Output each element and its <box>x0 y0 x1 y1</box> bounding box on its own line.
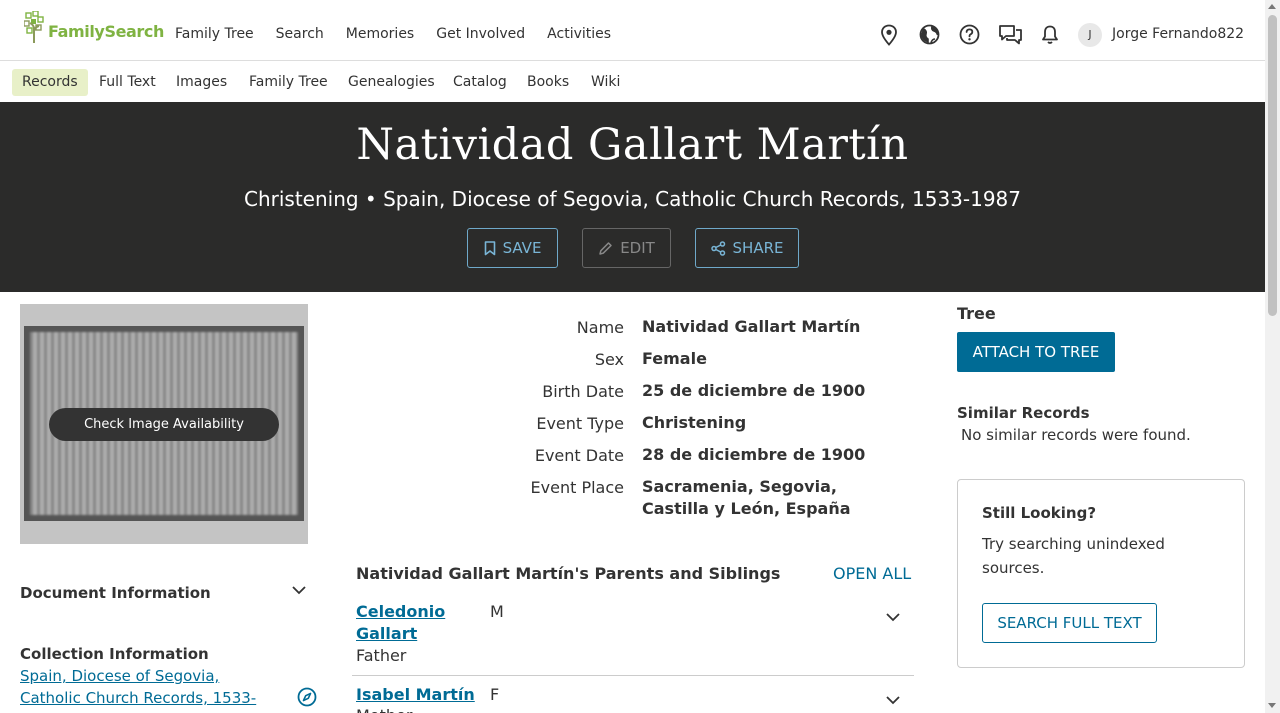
share-label: SHARE <box>732 239 784 257</box>
collection-information-heading: Collection Information <box>20 645 209 663</box>
top-navigation: FamilySearch Family Tree Search Memories… <box>0 0 1265 61</box>
still-looking-card: Still Looking? Try searching unindexed s… <box>957 479 1245 668</box>
search-full-text-button[interactable]: SEARCH FULL TEXT <box>982 603 1157 643</box>
subnav-wiki[interactable]: Wiki <box>591 69 620 96</box>
similar-records-text: No similar records were found. <box>961 426 1191 444</box>
subnav-images[interactable]: Images <box>176 69 227 96</box>
nav-activities[interactable]: Activities <box>547 26 611 42</box>
document-information-heading[interactable]: Document Information <box>20 584 211 602</box>
field-label-event-date: Event Date <box>534 446 624 465</box>
subnav-catalog[interactable]: Catalog <box>453 69 507 96</box>
chat-icon[interactable] <box>998 24 1023 46</box>
field-label-sex: Sex <box>594 350 624 369</box>
field-label-name: Name <box>576 318 624 337</box>
globe-icon[interactable] <box>919 24 940 45</box>
relative-name-link[interactable]: Celedonio Gallart <box>356 601 466 645</box>
chevron-down-icon[interactable] <box>885 695 901 705</box>
subnav-family-tree[interactable]: Family Tree <box>249 69 328 96</box>
records-subnav: Records Full Text Images Family Tree Gen… <box>0 61 1265 102</box>
relative-role: Mother <box>356 706 412 713</box>
still-looking-text: Try searching unindexed sources. <box>982 535 1165 577</box>
subnav-genealogies[interactable]: Genealogies <box>348 69 435 96</box>
relative-name-link[interactable]: Isabel Martín <box>356 684 475 706</box>
scroll-down-arrow-icon[interactable] <box>1268 703 1276 708</box>
nav-search[interactable]: Search <box>276 26 324 42</box>
familysearch-logo[interactable]: FamilySearch <box>24 11 164 43</box>
tree-logo-icon <box>24 11 46 43</box>
collection-link[interactable]: Spain, Diocese of Segovia, Catholic Chur… <box>20 665 270 709</box>
field-label-birth-date: Birth Date <box>542 382 624 401</box>
avatar[interactable]: J <box>1078 23 1102 47</box>
subnav-full-text[interactable]: Full Text <box>99 69 156 96</box>
similar-records-heading: Similar Records <box>957 404 1090 422</box>
record-subtitle: Christening • Spain, Diocese of Segovia,… <box>243 187 1022 211</box>
subnav-records[interactable]: Records <box>12 69 88 96</box>
compass-icon[interactable] <box>297 687 317 707</box>
nav-family-tree[interactable]: Family Tree <box>175 26 254 42</box>
share-icon <box>710 240 726 256</box>
pencil-icon <box>598 241 613 256</box>
field-value-event-type: Christening <box>642 413 747 432</box>
bookmark-icon <box>484 240 496 256</box>
scroll-up-arrow-icon[interactable] <box>1268 4 1276 9</box>
relative-sex: F <box>490 685 500 704</box>
field-label-event-place: Event Place <box>530 478 624 497</box>
relative-sex: M <box>490 602 504 621</box>
field-value-event-place: Sacramenia, Segovia, Castilla y León, Es… <box>642 477 851 518</box>
nav-memories[interactable]: Memories <box>346 26 414 42</box>
brand-name: FamilySearch <box>48 21 164 41</box>
chevron-down-icon[interactable] <box>291 585 307 595</box>
record-header: Natividad Gallart Martín Christening • S… <box>0 102 1265 292</box>
scrollbar-thumb[interactable] <box>1268 15 1277 316</box>
help-icon[interactable] <box>959 24 980 45</box>
open-all-button[interactable]: OPEN ALL <box>833 564 911 583</box>
check-image-availability-button[interactable]: Check Image Availability <box>49 408 279 441</box>
chevron-down-icon[interactable] <box>885 612 901 622</box>
page-title: Natividad Gallart Martín <box>356 120 909 170</box>
edit-label: EDIT <box>620 239 655 257</box>
location-pin-icon[interactable] <box>879 24 899 46</box>
field-value-sex: Female <box>642 349 707 368</box>
row-divider <box>352 675 914 676</box>
parents-siblings-heading: Natividad Gallart Martín's Parents and S… <box>356 564 781 583</box>
share-button[interactable]: SHARE <box>695 228 799 268</box>
page-scrollbar[interactable] <box>1265 0 1280 713</box>
bell-icon[interactable] <box>1041 24 1059 46</box>
tree-heading: Tree <box>957 304 996 323</box>
attach-to-tree-button[interactable]: ATTACH TO TREE <box>957 332 1115 372</box>
save-label: SAVE <box>502 239 542 257</box>
field-value-name: Natividad Gallart Martín <box>642 317 861 336</box>
nav-get-involved[interactable]: Get Involved <box>436 26 525 42</box>
subnav-books[interactable]: Books <box>527 69 569 96</box>
save-button[interactable]: SAVE <box>467 228 558 268</box>
username[interactable]: Jorge Fernando822 <box>1112 26 1244 42</box>
field-value-event-date: 28 de diciembre de 1900 <box>642 445 866 464</box>
edit-button[interactable]: EDIT <box>582 228 671 268</box>
still-looking-heading: Still Looking? <box>982 504 1097 522</box>
main-nav: Family Tree Search Memories Get Involved… <box>175 26 633 42</box>
field-label-event-type: Event Type <box>536 414 624 433</box>
field-value-birth-date: 25 de diciembre de 1900 <box>642 381 866 400</box>
relative-role: Father <box>356 646 407 665</box>
